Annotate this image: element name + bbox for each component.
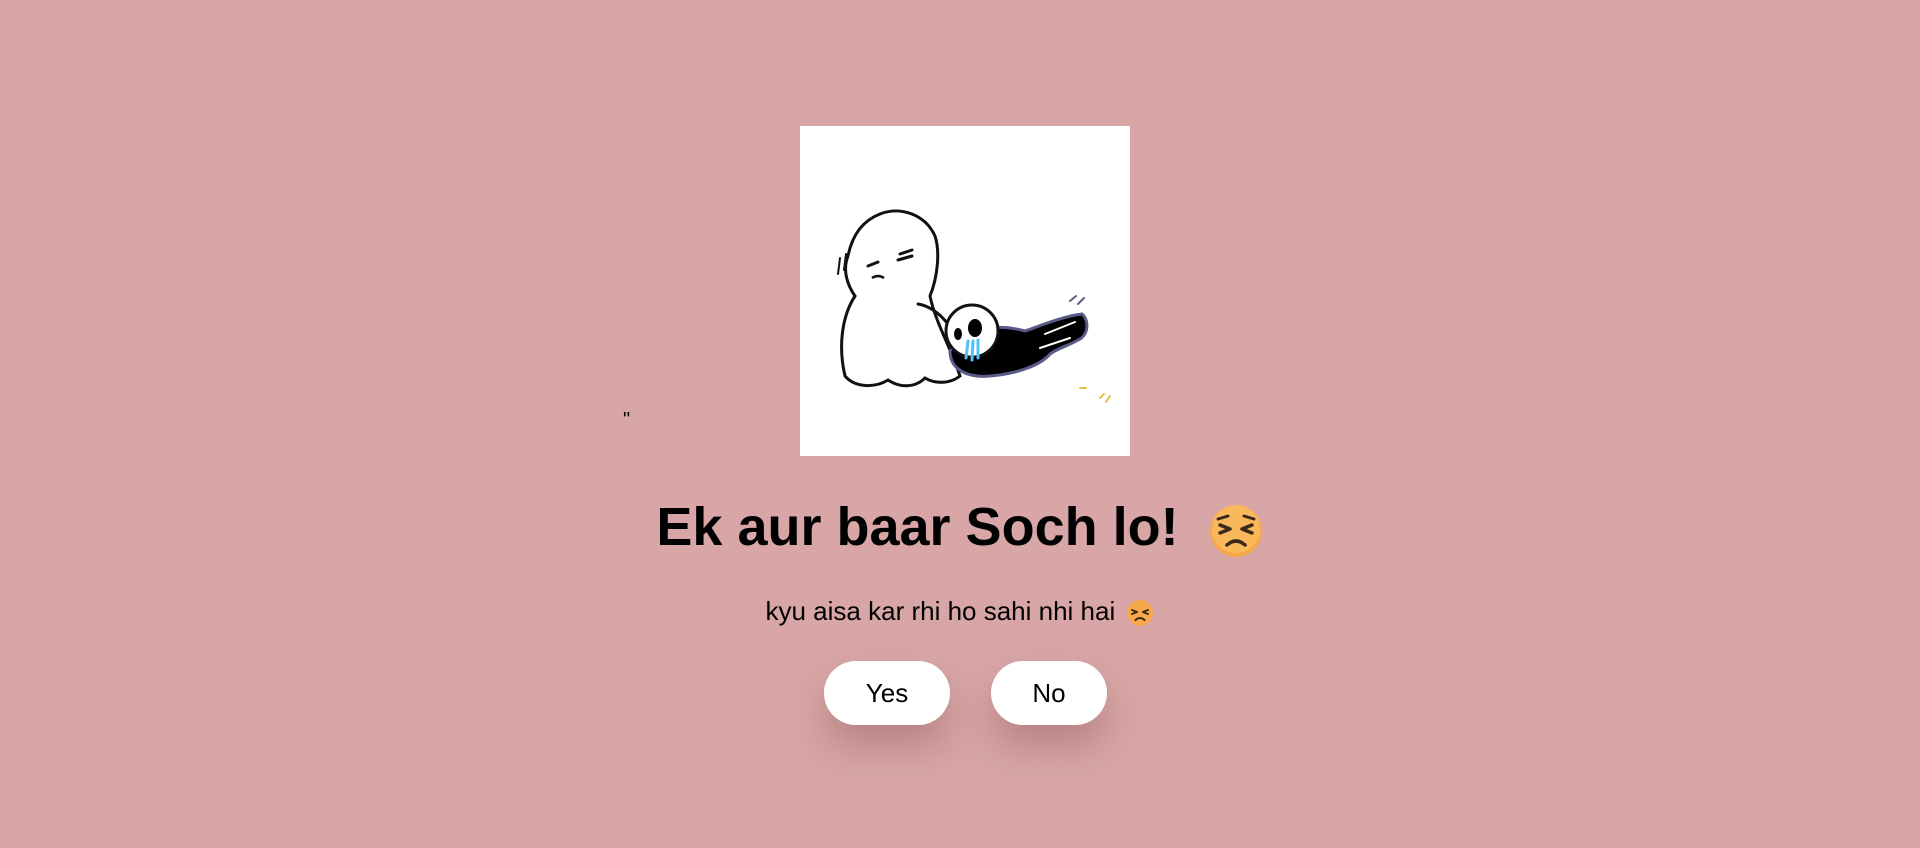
crying-skeleton-ghost-sticker-icon: [837, 209, 1111, 403]
stray-quote-mark: ": [623, 409, 631, 431]
answer-buttons: Yes No: [824, 661, 1107, 725]
subtitle-text: kyu aisa kar rhi ho sahi nhi hai: [765, 596, 1116, 626]
subtitle: kyu aisa kar rhi ho sahi nhi hai: [0, 593, 1920, 629]
no-button[interactable]: No: [991, 661, 1107, 725]
persevering-face-small-icon: [1126, 599, 1154, 627]
sticker-image: [800, 126, 1130, 456]
title-text: Ek aur baar Soch lo!: [656, 497, 1179, 557]
yes-button[interactable]: Yes: [824, 661, 950, 725]
persevering-face-icon: [1208, 503, 1264, 559]
page-title: Ek aur baar Soch lo!: [0, 492, 1920, 562]
